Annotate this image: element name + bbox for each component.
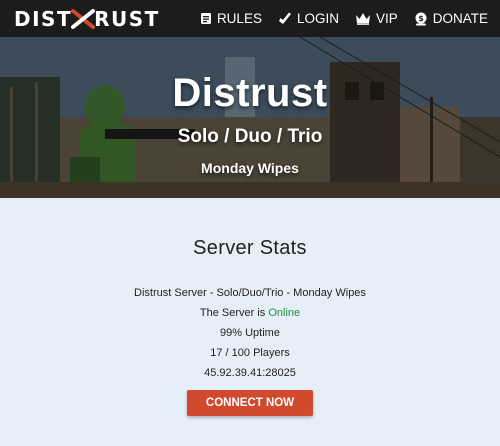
crown-icon xyxy=(355,13,370,25)
server-stats: Server Stats Distrust Server - Solo/Duo/… xyxy=(0,237,500,416)
hero-text: Distrust Solo / Duo / Trio Monday Wipes xyxy=(0,37,500,176)
nav-login-label: LOGIN xyxy=(296,11,339,26)
svg-text:$: $ xyxy=(418,14,424,23)
login-icon xyxy=(278,12,291,24)
nav-rules-label: RULES xyxy=(216,11,262,26)
nav-vip[interactable]: VIP xyxy=(355,11,398,26)
status-prefix: The Server is xyxy=(199,307,269,319)
stats-heading: Server Stats xyxy=(193,237,307,259)
nav-donate[interactable]: $ DONATE xyxy=(414,11,488,26)
stats-list: Distrust Server - Solo/Duo/Trio - Monday… xyxy=(0,287,500,380)
logo-text-left: DIST xyxy=(14,6,73,31)
logo-text-right: RUST xyxy=(94,6,160,31)
uptime: 99% Uptime xyxy=(220,327,280,339)
server-address[interactable]: 45.92.39.41:28025 xyxy=(0,367,500,380)
hero-wipe-schedule: Monday Wipes xyxy=(201,160,299,176)
hero-banner: Distrust Solo / Duo / Trio Monday Wipes xyxy=(0,37,500,198)
player-count: 17 / 100 Players xyxy=(210,347,290,359)
server-status: The Server is Online xyxy=(0,307,500,320)
logo-x-icon xyxy=(71,8,96,29)
nav-login[interactable]: LOGIN xyxy=(278,11,339,26)
rules-icon xyxy=(200,13,211,24)
nav-vip-label: VIP xyxy=(375,11,398,26)
site-logo[interactable]: DIST RUST xyxy=(14,7,160,31)
main-menu: RULES LOGIN VIP $ DONATE xyxy=(200,11,488,26)
connect-now-button[interactable]: CONNECT NOW xyxy=(187,390,313,416)
server-name: Distrust Server - Solo/Duo/Trio - Monday… xyxy=(134,287,366,299)
top-nav: DIST RUST RULES LOGIN VIP $ DONATE xyxy=(0,0,500,37)
nav-donate-label: DONATE xyxy=(432,11,488,26)
hero-title: Distrust xyxy=(172,71,328,115)
status-value: Online xyxy=(268,307,301,319)
hero-subtitle: Solo / Duo / Trio xyxy=(177,126,323,147)
donate-icon: $ xyxy=(415,12,427,25)
nav-rules[interactable]: RULES xyxy=(200,11,262,26)
